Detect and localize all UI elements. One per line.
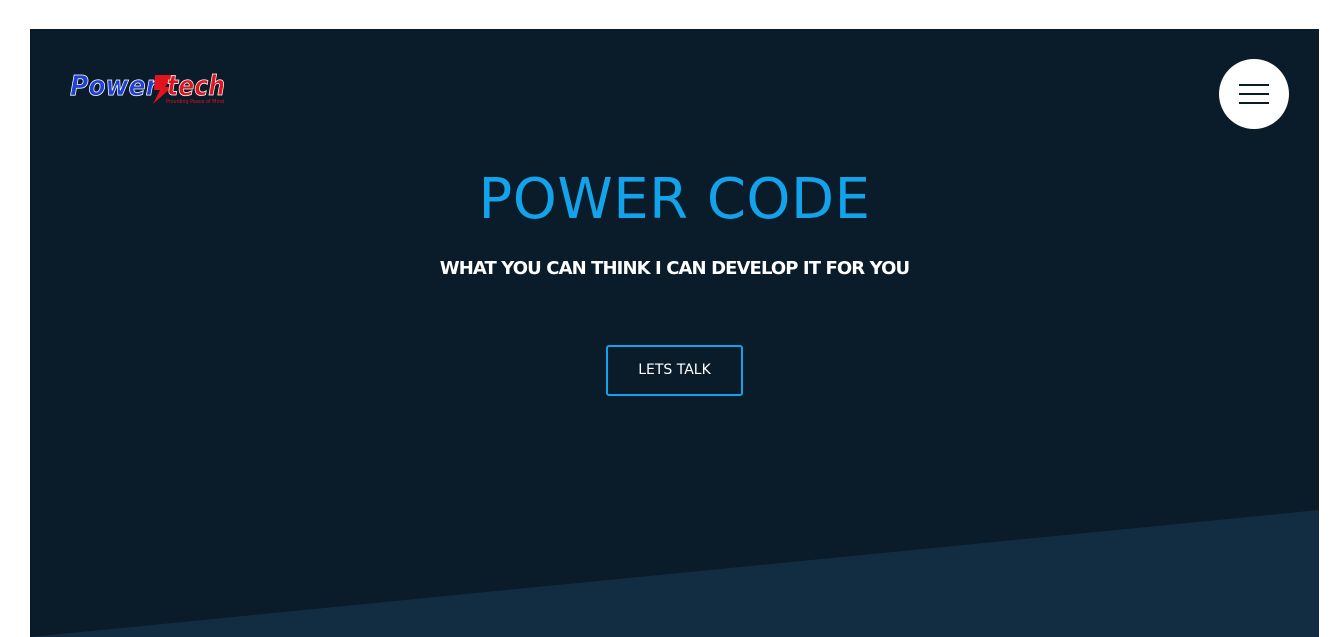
hero-section: Power tech Providing Peace of Mind POWER… bbox=[30, 29, 1319, 637]
hero-subtitle: WHAT YOU CAN THINK I CAN DEVELOP IT FOR … bbox=[439, 258, 910, 279]
logo-tagline: Providing Peace of Mind bbox=[166, 99, 224, 105]
svg-text:Power: Power bbox=[70, 69, 160, 102]
hamburger-menu-icon bbox=[1239, 84, 1269, 104]
lets-talk-button[interactable]: LETS TALK bbox=[606, 345, 743, 396]
hero-slant-background bbox=[30, 510, 1319, 637]
svg-text:tech: tech bbox=[167, 69, 225, 102]
hero-title: POWER CODE bbox=[478, 167, 871, 232]
menu-button[interactable] bbox=[1219, 59, 1289, 129]
powertech-logo[interactable]: Power tech Providing Peace of Mind bbox=[69, 67, 227, 105]
